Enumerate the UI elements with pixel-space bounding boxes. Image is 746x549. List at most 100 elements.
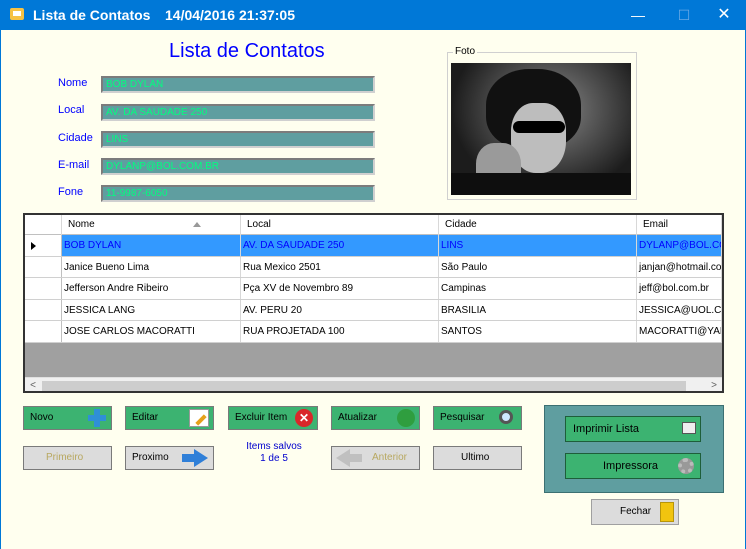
- atualizar-button[interactable]: Atualizar: [331, 406, 420, 430]
- row-header[interactable]: [25, 256, 62, 277]
- impressora-button[interactable]: Impressora: [565, 453, 701, 479]
- minimize-button[interactable]: —: [615, 0, 661, 30]
- cell-email[interactable]: jeff@bol.com.br: [637, 278, 722, 299]
- table-row[interactable]: Jefferson Andre Ribeiro Pça XV de Novemb…: [25, 278, 722, 300]
- nome-label: Nome: [58, 77, 88, 89]
- nome-field[interactable]: BOB DYLAN: [101, 76, 375, 93]
- search-icon: [499, 410, 513, 424]
- novo-button[interactable]: Novo: [23, 406, 112, 430]
- grid-header: Nome Local Cidade Email: [25, 215, 722, 235]
- items-saved-label: Items salvos: [246, 441, 302, 452]
- record-position: 1 de 5: [260, 453, 288, 464]
- pencil-icon: [189, 409, 209, 427]
- imprimir-lista-label: Imprimir Lista: [573, 423, 640, 435]
- row-header[interactable]: [25, 299, 62, 320]
- imprimir-lista-button[interactable]: Imprimir Lista: [565, 416, 701, 442]
- cell-nome[interactable]: BOB DYLAN: [62, 235, 241, 256]
- arrow-left-icon: [336, 449, 362, 467]
- cell-nome[interactable]: JESSICA LANG: [62, 299, 241, 320]
- cell-cidade[interactable]: BRASILIA: [439, 299, 637, 320]
- ultimo-label: Ultimo: [461, 452, 490, 463]
- scroll-right-icon[interactable]: >: [706, 378, 722, 391]
- excluir-button[interactable]: Excluir Item ✕: [228, 406, 318, 430]
- fone-field[interactable]: 11-9987-6050: [101, 185, 375, 202]
- sort-arrow-icon: [193, 222, 201, 227]
- exit-door-icon: [660, 502, 674, 522]
- local-label: Local: [58, 104, 85, 116]
- ultimo-button[interactable]: Ultimo: [433, 446, 522, 470]
- local-field[interactable]: AV. DA SAUDADE 250: [101, 104, 375, 121]
- cell-nome[interactable]: JOSE CARLOS MACORATTI: [62, 321, 241, 342]
- datetime-display: 14/04/2016 21:37:05: [165, 7, 295, 23]
- primeiro-label: Primeiro: [46, 452, 84, 463]
- pesquisar-button[interactable]: Pesquisar: [433, 406, 522, 430]
- cell-local[interactable]: Rua Mexico 2501: [241, 256, 439, 277]
- fechar-button[interactable]: Fechar: [591, 499, 679, 525]
- cell-nome[interactable]: Janice Bueno Lima: [62, 256, 241, 277]
- cidade-field[interactable]: LINS: [101, 131, 375, 148]
- cell-local[interactable]: AV. DA SAUDADE 250: [241, 235, 439, 256]
- column-header-nome[interactable]: Nome: [62, 215, 241, 235]
- cell-email[interactable]: janjan@hotmail.com: [637, 256, 722, 277]
- cell-cidade[interactable]: São Paulo: [439, 256, 637, 277]
- title-bar: Lista de Contatos 14/04/2016 21:37:05 — …: [1, 0, 746, 30]
- current-row-arrow-icon: [31, 242, 36, 250]
- cell-local[interactable]: AV. PERU 20: [241, 299, 439, 320]
- items-saved-status: Items salvos 1 de 5: [231, 441, 317, 465]
- fone-label: Fone: [58, 186, 84, 198]
- cell-email[interactable]: JESSICA@UOL.COM.BR: [637, 299, 722, 320]
- grid-corner: [25, 215, 62, 235]
- cell-local[interactable]: RUA PROJETADA 100: [241, 321, 439, 342]
- column-header-email[interactable]: Email: [637, 215, 722, 235]
- row-header[interactable]: [25, 235, 62, 256]
- cell-email[interactable]: MACORATTI@YAHOO.COM: [637, 321, 722, 342]
- horizontal-scrollbar[interactable]: < >: [25, 377, 722, 391]
- editar-button[interactable]: Editar: [125, 406, 214, 430]
- scroll-left-icon[interactable]: <: [25, 378, 41, 391]
- fechar-label: Fechar: [620, 506, 652, 517]
- table-row[interactable]: Janice Bueno Lima Rua Mexico 2501 São Pa…: [25, 256, 722, 278]
- gear-icon: [678, 458, 694, 474]
- excluir-label: Excluir Item: [235, 412, 288, 423]
- form-heading: Lista de Contatos: [169, 40, 325, 62]
- close-button[interactable]: ✕: [701, 0, 746, 30]
- table-row[interactable]: JOSE CARLOS MACORATTI RUA PROJETADA 100 …: [25, 321, 722, 343]
- cell-cidade[interactable]: Campinas: [439, 278, 637, 299]
- primeiro-button[interactable]: Primeiro: [23, 446, 112, 470]
- cell-cidade[interactable]: SANTOS: [439, 321, 637, 342]
- editar-label: Editar: [132, 412, 159, 423]
- impressora-label: Impressora: [603, 460, 659, 472]
- refresh-icon: [397, 409, 415, 427]
- row-header[interactable]: [25, 321, 62, 342]
- proximo-label: Proximo: [132, 452, 169, 463]
- main-window: Lista de Contatos 14/04/2016 21:37:05 — …: [0, 0, 746, 549]
- email-field[interactable]: DYLANP@BOL.COM.BR: [101, 158, 375, 175]
- cell-nome[interactable]: Jefferson Andre Ribeiro: [62, 278, 241, 299]
- delete-icon: ✕: [295, 409, 313, 427]
- atualizar-label: Atualizar: [338, 412, 377, 423]
- photo-label: Foto: [453, 46, 478, 57]
- window-title: Lista de Contatos: [33, 7, 151, 23]
- arrow-right-icon: [182, 449, 208, 467]
- row-header[interactable]: [25, 278, 62, 299]
- anterior-button[interactable]: Anterior: [331, 446, 420, 470]
- proximo-button[interactable]: Proximo: [125, 446, 214, 470]
- cell-local[interactable]: Pça XV de Novembro 89: [241, 278, 439, 299]
- print-panel: Imprimir Lista Impressora: [544, 405, 724, 493]
- cell-cidade[interactable]: LINS: [439, 235, 637, 256]
- anterior-label: Anterior: [372, 452, 408, 463]
- scroll-thumb[interactable]: [42, 381, 686, 391]
- table-row[interactable]: BOB DYLAN AV. DA SAUDADE 250 LINS DYLANP…: [25, 235, 722, 257]
- pesquisar-label: Pesquisar: [440, 412, 485, 423]
- app-icon: [10, 8, 24, 20]
- column-header-cidade[interactable]: Cidade: [439, 215, 637, 235]
- contacts-grid[interactable]: Nome Local Cidade Email BOB DYLAN AV. DA…: [23, 213, 724, 393]
- plus-icon: [87, 409, 107, 427]
- cell-email[interactable]: DYLANP@BOL.COM.BR: [637, 235, 722, 256]
- column-header-local[interactable]: Local: [241, 215, 439, 235]
- contact-photo: [451, 63, 631, 195]
- email-label: E-mail: [58, 159, 90, 171]
- printer-icon: [682, 422, 696, 434]
- table-row[interactable]: JESSICA LANG AV. PERU 20 BRASILIA JESSIC…: [25, 299, 722, 321]
- photo-group: Foto: [447, 46, 637, 200]
